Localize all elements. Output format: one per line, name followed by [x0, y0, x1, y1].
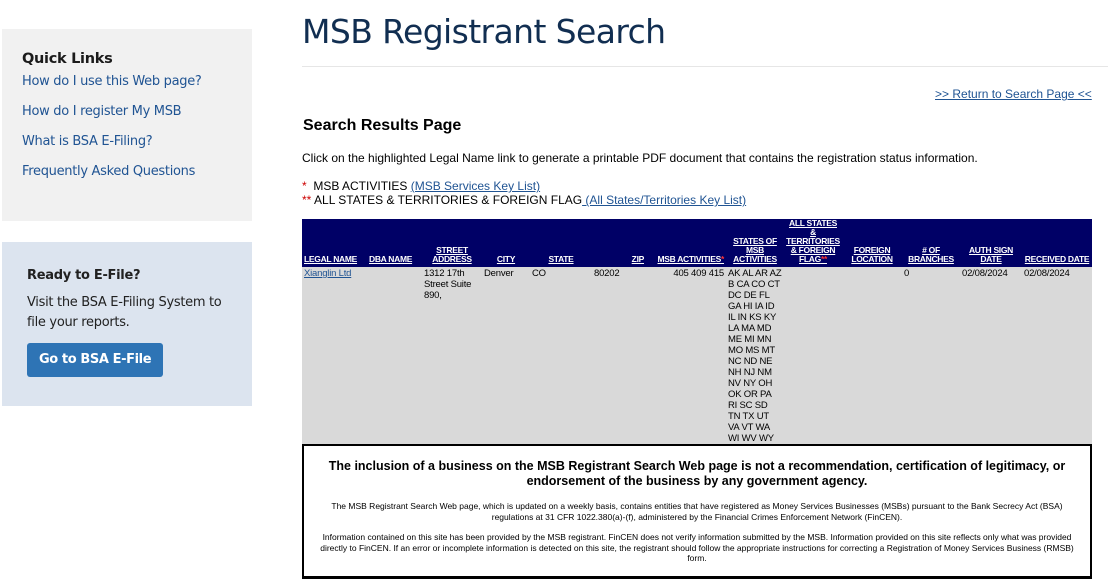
efile-text: Visit the BSA E-Filing System to file yo…	[27, 295, 222, 330]
go-to-bsa-efile-button[interactable]: Go to BSA E-File	[27, 343, 164, 377]
legal-name-link[interactable]: Xianglin Ltd	[304, 268, 351, 279]
instructions-text: Click on the highlighted Legal Name link…	[302, 151, 978, 165]
results-table: LEGAL NAME DBA NAME STREET ADDRESS CITY …	[302, 219, 1092, 444]
cell-city: Denver	[482, 267, 530, 444]
quick-link-how-to-register[interactable]: How do I register My MSB	[22, 103, 232, 121]
column-header-all-states-flag[interactable]: ALL STATES & TERRITORIES & FOREIGN FLAG*…	[784, 219, 842, 267]
efile-title: Ready to E-File?	[27, 268, 141, 283]
cell-street-address: 1312 17th Street Suite 890,	[422, 267, 482, 444]
column-header-states-of-msb-activities[interactable]: STATES OF MSB ACTIVITIES	[726, 219, 784, 267]
disclaimer-box: The inclusion of a business on the MSB R…	[302, 444, 1092, 579]
key-msb-activities: * MSB ACTIVITIES (MSB Services Key List)	[302, 179, 746, 193]
cell-legal-name: Xianglin Ltd	[302, 267, 367, 444]
key-label: MSB ACTIVITIES	[306, 179, 411, 193]
required-marker: **	[302, 193, 312, 207]
title-divider	[302, 66, 1108, 67]
table-row: Xianglin Ltd 1312 17th Street Suite 890,…	[302, 267, 1092, 444]
column-header-dba-name[interactable]: DBA NAME	[367, 219, 422, 267]
key-all-states: ** ALL STATES & TERRITORIES & FOREIGN FL…	[302, 193, 746, 207]
msb-services-key-list-link[interactable]: (MSB Services Key List)	[411, 179, 540, 193]
disclaimer-main: The inclusion of a business on the MSB R…	[328, 459, 1066, 488]
cell-dba-name	[367, 267, 422, 444]
quick-link-how-to-use[interactable]: How do I use this Web page?	[22, 73, 232, 91]
quick-links-panel: Quick Links How do I use this Web page? …	[2, 29, 252, 221]
column-header-zip[interactable]: ZIP	[592, 219, 646, 267]
cell-states-of-msb-activities: AK AL AR AZ B CA CO CT DC DE FL GA HI IA…	[726, 267, 784, 444]
disclaimer-paragraph-2: Information contained on this site has b…	[320, 532, 1074, 563]
efile-panel: Ready to E-File? Visit the BSA E-Filing …	[2, 242, 252, 406]
cell-all-states-flag	[784, 267, 842, 444]
column-header-foreign-location[interactable]: FOREIGN LOCATION	[842, 219, 902, 267]
quick-link-what-is-bsa-efiling[interactable]: What is BSA E-Filing?	[22, 133, 232, 151]
cell-msb-activities: 405 409 415	[646, 267, 726, 444]
column-header-street-address[interactable]: STREET ADDRESS	[422, 219, 482, 267]
disclaimer-paragraph-1: The MSB Registrant Search Web page, whic…	[331, 501, 1063, 522]
all-states-key-list-link[interactable]: (All States/Territories Key List)	[582, 193, 746, 207]
column-header-auth-sign-date[interactable]: AUTH SIGN DATE	[960, 219, 1022, 267]
quick-links-title: Quick Links	[22, 51, 113, 67]
table-header-row: LEGAL NAME DBA NAME STREET ADDRESS CITY …	[302, 219, 1092, 267]
column-header-legal-name[interactable]: LEGAL NAME	[302, 219, 367, 267]
cell-foreign-location	[842, 267, 902, 444]
column-header-branches[interactable]: # OF BRANCHES	[902, 219, 960, 267]
key-legend: * MSB ACTIVITIES (MSB Services Key List)…	[302, 179, 746, 207]
column-header-received-date[interactable]: RECEIVED DATE	[1022, 219, 1092, 267]
column-header-msb-activities[interactable]: MSB ACTIVITIES*	[646, 219, 726, 267]
column-header-city[interactable]: CITY	[482, 219, 530, 267]
key-label: ALL STATES & TERRITORIES & FOREIGN FLAG	[311, 193, 583, 207]
cell-auth-sign-date: 02/08/2024	[960, 267, 1022, 444]
cell-zip: 80202	[592, 267, 646, 444]
quick-link-faq[interactable]: Frequently Asked Questions	[22, 163, 232, 181]
results-heading: Search Results Page	[303, 117, 462, 134]
cell-branches: 0	[902, 267, 960, 444]
page-title: MSB Registrant Search	[302, 12, 666, 51]
return-to-search-link[interactable]: >> Return to Search Page <<	[935, 87, 1092, 101]
cell-received-date: 02/08/2024	[1022, 267, 1092, 444]
column-header-state[interactable]: STATE	[530, 219, 592, 267]
cell-state: CO	[530, 267, 592, 444]
